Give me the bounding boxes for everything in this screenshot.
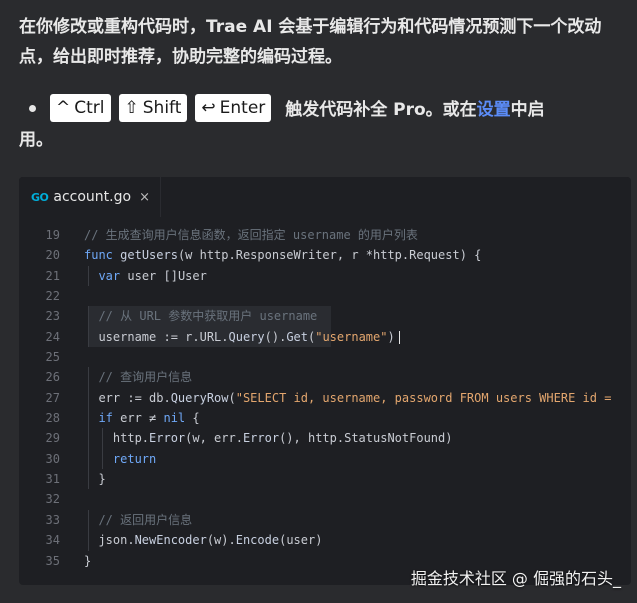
code-line[interactable]: 21 var user []User [19,265,631,287]
close-icon[interactable]: × [139,190,150,205]
key-shift: ⇧ Shift [118,94,188,122]
tab-filename: account.go [53,189,132,205]
enter-icon: ↩ [201,98,216,118]
line-number: 23 [45,309,60,324]
line-number: 31 [45,472,60,487]
line-text: // 生成查询用户信息函数，返回指定 username 的用户列表 [84,228,418,242]
key-ctrl: ^ Ctrl [50,94,111,122]
line-number: 22 [45,289,60,304]
code-line[interactable]: 33 // 返回用户信息 [19,509,631,531]
line-text: // 查询用户信息 [84,370,193,385]
line-text: } [84,553,92,568]
page: 在你修改或重构代码时，Trae AI 会基于编辑行为和代码情况预测下一个改动点，… [0,0,637,603]
code-line[interactable]: 24 username := r.URL.Query().Get("userna… [19,326,631,348]
shift-icon: ⇧ [124,98,139,118]
key-enter-label: Enter [219,98,266,118]
line-text: err := db.QueryRow("SELECT id, username,… [84,390,612,405]
shortcut-continuation: 用。 [19,130,53,150]
editor-tabbar: GO account.go × [19,177,631,217]
shortcut-text-after: 中启 [510,100,545,120]
line-text: http.Error(w, err.Error(), http.StatusNo… [84,431,453,446]
shortcut-bullet: ^ Ctrl ⇧ Shift ↩ Enter 触发代码补全 Pro。或在设置中启 用。 [19,94,623,155]
code-line[interactable]: 34 json.NewEncoder(w).Encode(user) [19,530,631,551]
line-number: 28 [45,411,60,426]
bullet-dot [29,104,36,112]
line-number: 20 [45,248,60,263]
line-text: json.NewEncoder(w).Encode(user) [84,533,323,548]
code-area[interactable]: 19 // 生成查询用户信息函数，返回指定 username 的用户列表 20 fun… [19,217,631,571]
code-line[interactable]: 29 http.Error(w, err.Error(), http.Statu… [19,428,631,449]
line-text: // 返回用户信息 [84,512,193,527]
code-line[interactable]: 26 // 查询用户信息 [19,367,631,388]
line-text: return [112,451,157,466]
watermark: 掘金技术社区 @ 倔强的石头_ [410,569,621,588]
code-editor: GO account.go × 19 // 生成查询用户信息函数，返回指定 use… [19,177,631,585]
text-cursor [398,330,400,344]
line-text: if err ≠ nil { [98,411,200,426]
line-number: 32 [45,492,60,507]
line-text: username := r.URL.Query().Get("username"… [84,327,400,347]
line-number: 33 [45,512,60,527]
line-text: var user []User [98,268,207,283]
line-number: 35 [45,553,60,568]
code-line[interactable]: 25 [19,347,631,367]
line-number: 34 [45,533,60,548]
code-line[interactable]: 32 [19,489,631,509]
code-line[interactable]: 27 err := db.QueryRow("SELECT id, userna… [19,387,631,409]
tab-account-go[interactable]: GO account.go × [19,177,161,217]
settings-link[interactable]: 设置 [477,100,511,120]
code-line[interactable]: 28 if err ≠ nil { [19,408,631,429]
key-shift-label: Shift [142,98,182,118]
shortcut-text: 触发代码补全 Pro。或在 [285,100,477,120]
line-number: 24 [45,329,60,344]
line-text: } [84,472,106,487]
line-number: 26 [45,370,60,385]
key-enter: ↩ Enter [195,94,272,122]
line-number: 29 [45,431,60,446]
code-line[interactable]: 22 [19,286,631,306]
line-number: 21 [45,268,60,283]
line-text: func getUsers(w http.ResponseWriter, r *… [84,248,482,263]
ctrl-icon: ^ [56,98,71,118]
code-line[interactable]: 23 // 从 URL 参数中获取用户 username [19,306,631,327]
go-file-icon: GO [31,190,49,204]
code-line[interactable]: 19 // 生成查询用户信息函数，返回指定 username 的用户列表 [19,225,631,245]
line-number: 30 [45,451,60,466]
code-line[interactable]: 31 } [19,469,631,490]
key-ctrl-label: Ctrl [74,98,105,118]
line-number: 25 [45,350,60,365]
line-number: 19 [45,228,60,242]
code-line[interactable]: 30 return [19,448,631,470]
line-text: // 从 URL 参数中获取用户 username [84,309,318,324]
intro-paragraph: 在你修改或重构代码时，Trae AI 会基于编辑行为和代码情况预测下一个改动点，… [19,17,602,67]
code-line[interactable]: 20 func getUsers(w http.ResponseWriter, r… [19,245,631,265]
line-number: 27 [45,390,60,405]
